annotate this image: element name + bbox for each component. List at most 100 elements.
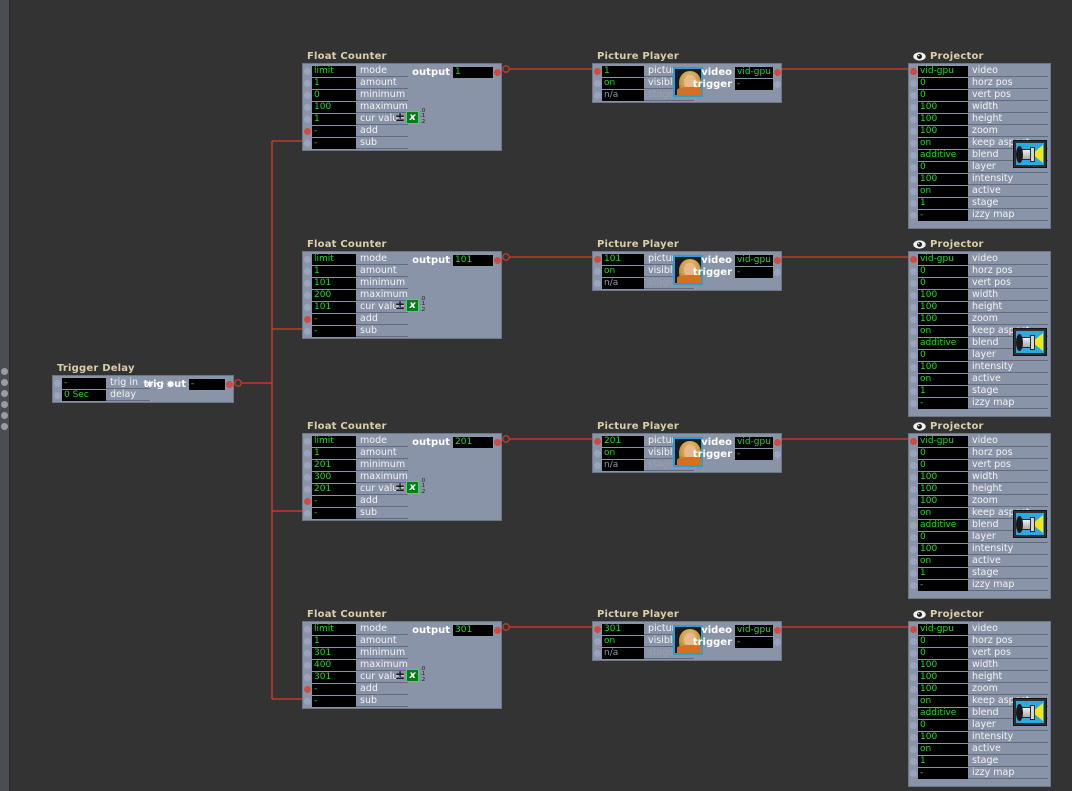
- precision-widget[interactable]: ± x .0.1.2: [395, 666, 425, 684]
- inport-dot-visible[interactable]: [594, 449, 601, 457]
- value-stage[interactable]: 1: [918, 385, 968, 397]
- inport-dot-blend[interactable]: [910, 521, 917, 529]
- value-amount[interactable]: 1: [312, 265, 356, 277]
- value-height[interactable]: 100: [918, 301, 968, 313]
- value-vert-pos[interactable]: 0: [918, 277, 968, 289]
- inport-dot-picture[interactable]: [594, 437, 601, 445]
- value-cur-value[interactable]: 1: [312, 113, 356, 125]
- inport-dot-width[interactable]: [910, 473, 917, 481]
- param-row-vert-pos[interactable]: 0 vert pos: [909, 277, 1050, 289]
- param-row-width[interactable]: 100 width: [909, 659, 1050, 671]
- value-add[interactable]: -: [312, 313, 356, 325]
- inport-dot-zoom[interactable]: [910, 315, 917, 323]
- inport-dot-trig-in[interactable]: [54, 379, 61, 387]
- param-row-delay[interactable]: 0 Sec delay: [53, 389, 233, 401]
- value-delay[interactable]: 0 Sec: [62, 389, 106, 401]
- inport-dot-intensity[interactable]: [910, 175, 917, 183]
- inport-dot-layer[interactable]: [910, 351, 917, 359]
- param-row-height[interactable]: 100 height: [909, 483, 1050, 495]
- value-height[interactable]: 100: [918, 113, 968, 125]
- value-stage[interactable]: 1: [918, 755, 968, 767]
- decimal-precision-selector[interactable]: .0.1.2: [420, 108, 425, 126]
- value-keep-aspect[interactable]: on: [918, 325, 968, 337]
- param-row-stage[interactable]: 1 stage: [909, 197, 1050, 209]
- value-stage[interactable]: n/a: [602, 89, 644, 101]
- left-edge-strip[interactable]: [0, 0, 10, 791]
- value-trigger[interactable]: -: [735, 636, 773, 648]
- inport-dot-izzy-map[interactable]: [910, 211, 917, 219]
- outport-dot-output[interactable]: [494, 438, 501, 446]
- inport-dot-active[interactable]: [910, 557, 917, 565]
- value-mode[interactable]: limit: [312, 435, 356, 447]
- outport-trigger[interactable]: trigger -: [685, 78, 781, 90]
- value-minimum[interactable]: 0: [312, 89, 356, 101]
- param-row-amount[interactable]: 1 amount: [303, 447, 501, 459]
- value-sub[interactable]: -: [312, 695, 356, 707]
- value-izzy-map[interactable]: -: [918, 209, 968, 221]
- value-stage[interactable]: n/a: [602, 277, 644, 289]
- value-width[interactable]: 100: [918, 659, 968, 671]
- inport-dot-picture[interactable]: [594, 255, 601, 263]
- value-horz-pos[interactable]: 0: [918, 265, 968, 277]
- node-projector[interactable]: Projector vid-gpu video 0 horz pos 0 vert pos 1…: [908, 238, 1051, 417]
- inport-dot-horz-pos[interactable]: [910, 79, 917, 87]
- edge-dot[interactable]: [1, 379, 8, 386]
- edge-dot[interactable]: [1, 412, 8, 419]
- value-visible[interactable]: on: [602, 635, 644, 647]
- inport-dot-delay[interactable]: [54, 391, 61, 399]
- param-row-izzy-map[interactable]: - izzy map: [909, 209, 1050, 221]
- inport-dot-visible[interactable]: [594, 637, 601, 645]
- value-zoom[interactable]: 100: [918, 125, 968, 137]
- outport-video[interactable]: video vid-gpu: [685, 624, 781, 636]
- inport-dot-minimum[interactable]: [304, 279, 311, 287]
- inport-dot-izzy-map[interactable]: [910, 399, 917, 407]
- value-picture[interactable]: 101: [602, 253, 644, 265]
- value-picture[interactable]: 201: [602, 435, 644, 447]
- inport-dot-zoom[interactable]: [910, 127, 917, 135]
- value-video[interactable]: vid-gpu: [918, 253, 968, 265]
- inport-dot-width[interactable]: [910, 661, 917, 669]
- node-picture-player[interactable]: Picture Player 1 picture on visible n/a stage v…: [592, 50, 782, 103]
- param-row-horz-pos[interactable]: 0 horz pos: [909, 635, 1050, 647]
- value-amount[interactable]: 1: [312, 447, 356, 459]
- value-cur-value[interactable]: 201: [312, 483, 356, 495]
- node-float-counter[interactable]: Float Counter limit mode 1 amount 201 minimum 3…: [302, 420, 502, 521]
- value-active[interactable]: on: [918, 743, 968, 755]
- decimal-option[interactable]: .2: [420, 489, 425, 496]
- value-intensity[interactable]: 100: [918, 731, 968, 743]
- patch-canvas[interactable]: Trigger Delay - trig in 0 Sec delay ✷ • …: [0, 0, 1072, 791]
- outport-dot-video[interactable]: [774, 626, 781, 634]
- inport-dot-width[interactable]: [910, 291, 917, 299]
- precision-widget[interactable]: ± x .0.1.2: [395, 296, 425, 314]
- inport-dot-amount[interactable]: [304, 637, 311, 645]
- inport-dot-sub[interactable]: [304, 139, 311, 147]
- outport-video[interactable]: video vid-gpu: [685, 66, 781, 78]
- value-video[interactable]: vid-gpu: [735, 624, 773, 636]
- param-row-minimum[interactable]: 101 minimum: [303, 277, 501, 289]
- node-body[interactable]: limit mode 1 amount 201 minimum 300 maximum 201 c…: [302, 433, 502, 521]
- inport-dot-sub[interactable]: [304, 509, 311, 517]
- node-trigger-delay[interactable]: Trigger Delay - trig in 0 Sec delay ✷ • …: [52, 362, 234, 403]
- outport-trig-out[interactable]: trig out -: [143, 378, 233, 390]
- value-vert-pos[interactable]: 0: [918, 647, 968, 659]
- param-row-add[interactable]: - add: [303, 125, 501, 137]
- inport-dot-active[interactable]: [910, 187, 917, 195]
- inport-dot-amount[interactable]: [304, 79, 311, 87]
- value-stage[interactable]: 1: [918, 567, 968, 579]
- inport-dot-active[interactable]: [910, 375, 917, 383]
- inport-dot-mode[interactable]: [304, 625, 311, 633]
- value-trigger[interactable]: -: [735, 266, 773, 278]
- param-row-add[interactable]: - add: [303, 313, 501, 325]
- param-row-sub[interactable]: - sub: [303, 695, 501, 707]
- node-body[interactable]: 101 picture on visible n/a stage video vid-gpu t…: [592, 251, 782, 291]
- inport-dot-zoom[interactable]: [910, 685, 917, 693]
- node-picture-player[interactable]: Picture Player 301 picture on visible n/a stag…: [592, 608, 782, 661]
- outport-dot-trig-out[interactable]: [226, 380, 233, 388]
- precision-widget[interactable]: ± x .0.1.2: [395, 478, 425, 496]
- param-row-horz-pos[interactable]: 0 horz pos: [909, 265, 1050, 277]
- param-row-stage[interactable]: 1 stage: [909, 755, 1050, 767]
- param-row-width[interactable]: 100 width: [909, 101, 1050, 113]
- value-width[interactable]: 100: [918, 289, 968, 301]
- inport-dot-height[interactable]: [910, 673, 917, 681]
- param-row-zoom[interactable]: 100 zoom: [909, 495, 1050, 507]
